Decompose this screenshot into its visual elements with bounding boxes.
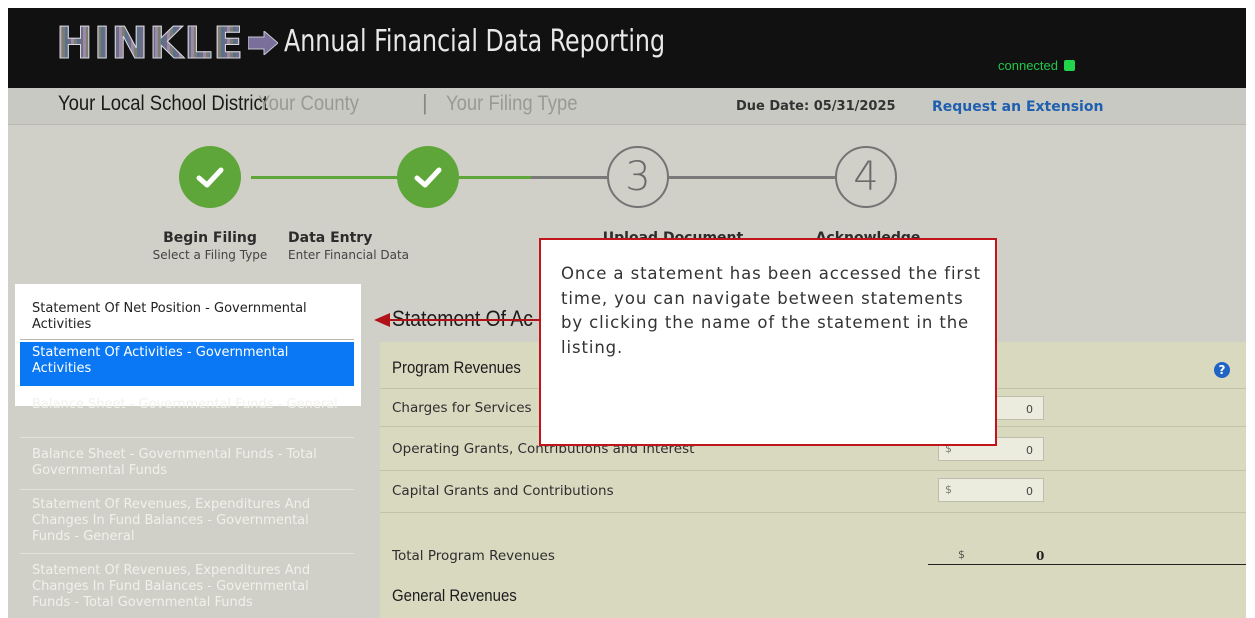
total-underline <box>928 564 1246 565</box>
sidebar-item-revenues-total[interactable]: Statement Of Revenues, Expenditures And … <box>20 560 354 618</box>
separator: | <box>422 90 428 115</box>
check-icon <box>196 167 224 188</box>
top-bar: HINKLE Annual Financial Data Reporting c… <box>8 8 1246 88</box>
step-3-number: 3 <box>625 154 651 200</box>
step-connector-2b <box>531 176 607 179</box>
step-4-number: 4 <box>853 154 879 200</box>
step-connector-3 <box>669 176 835 179</box>
sidebar-item-balance-sheet-total[interactable]: Balance Sheet - Governmental Funds - Tot… <box>20 444 354 490</box>
total-program-revenues-label: Total Program Revenues <box>392 548 555 564</box>
callout-arrow-line <box>390 319 540 321</box>
row-label-charges: Charges for Services <box>392 400 532 416</box>
total-currency-symbol: $ <box>958 548 965 561</box>
connection-indicator-icon <box>1064 60 1075 71</box>
amount-value: 0 <box>1026 403 1033 416</box>
step-1-circle <box>179 146 241 208</box>
amount-value: 0 <box>1026 444 1033 457</box>
district-name: Your Local School District <box>58 92 268 115</box>
logo-text: HINKLE <box>55 17 245 69</box>
due-date: Due Date: 05/31/2025 <box>736 99 896 114</box>
step-2-title: Data Entry <box>288 230 373 246</box>
step-1-subtitle: Select a Filing Type <box>152 248 268 262</box>
callout-text: Once a statement has been accessed the f… <box>561 264 981 357</box>
currency-symbol: $ <box>945 483 952 496</box>
connection-status: connected <box>998 58 1075 73</box>
step-connector-1 <box>251 176 397 179</box>
row-label-capital-grants: Capital Grants and Contributions <box>392 483 614 499</box>
step-3-circle: 3 <box>607 146 669 208</box>
app-title: Annual Financial Data Reporting <box>284 24 666 59</box>
sidebar-item-revenues-general[interactable]: Statement Of Revenues, Expenditures And … <box>20 494 354 554</box>
section-general-revenues: General Revenues <box>392 586 517 605</box>
connection-label: connected <box>998 58 1058 73</box>
step-2-circle <box>397 146 459 208</box>
capital-grants-input[interactable]: $ 0 <box>938 478 1044 502</box>
district-bar: Your Local School District Your County |… <box>8 88 1246 125</box>
check-icon <box>414 167 442 188</box>
app-window: HINKLE Annual Financial Data Reporting c… <box>8 8 1246 618</box>
step-1-title: Begin Filing <box>163 230 257 246</box>
step-connector-2 <box>459 176 531 179</box>
row-divider <box>380 512 1246 513</box>
amount-value: 0 <box>1026 485 1033 498</box>
filing-type: Your Filing Type <box>446 92 578 115</box>
sidebar-item-activities[interactable]: Statement Of Activities - Governmental A… <box>20 342 354 386</box>
section-program-revenues: Program Revenues <box>392 358 521 377</box>
request-extension-link[interactable]: Request an Extension <box>932 99 1103 115</box>
callout-arrow-head-icon <box>374 313 390 327</box>
logo-arrow-icon <box>248 31 279 55</box>
step-2-subtitle: Enter Financial Data <box>288 248 410 262</box>
instruction-callout: Once a statement has been accessed the f… <box>539 238 997 446</box>
county-name: Your County <box>258 92 360 115</box>
hinkle-logo: HINKLE <box>55 17 279 69</box>
sidebar-item-net-position[interactable]: Statement Of Net Position - Governmental… <box>20 298 354 340</box>
help-icon[interactable]: ? <box>1214 362 1230 378</box>
step-4-circle: 4 <box>835 146 897 208</box>
total-program-revenues-value: 0 <box>1036 549 1045 563</box>
sidebar-item-balance-sheet-general[interactable]: Balance Sheet - Governmental Funds - Gen… <box>20 394 354 438</box>
row-divider <box>380 470 1246 471</box>
